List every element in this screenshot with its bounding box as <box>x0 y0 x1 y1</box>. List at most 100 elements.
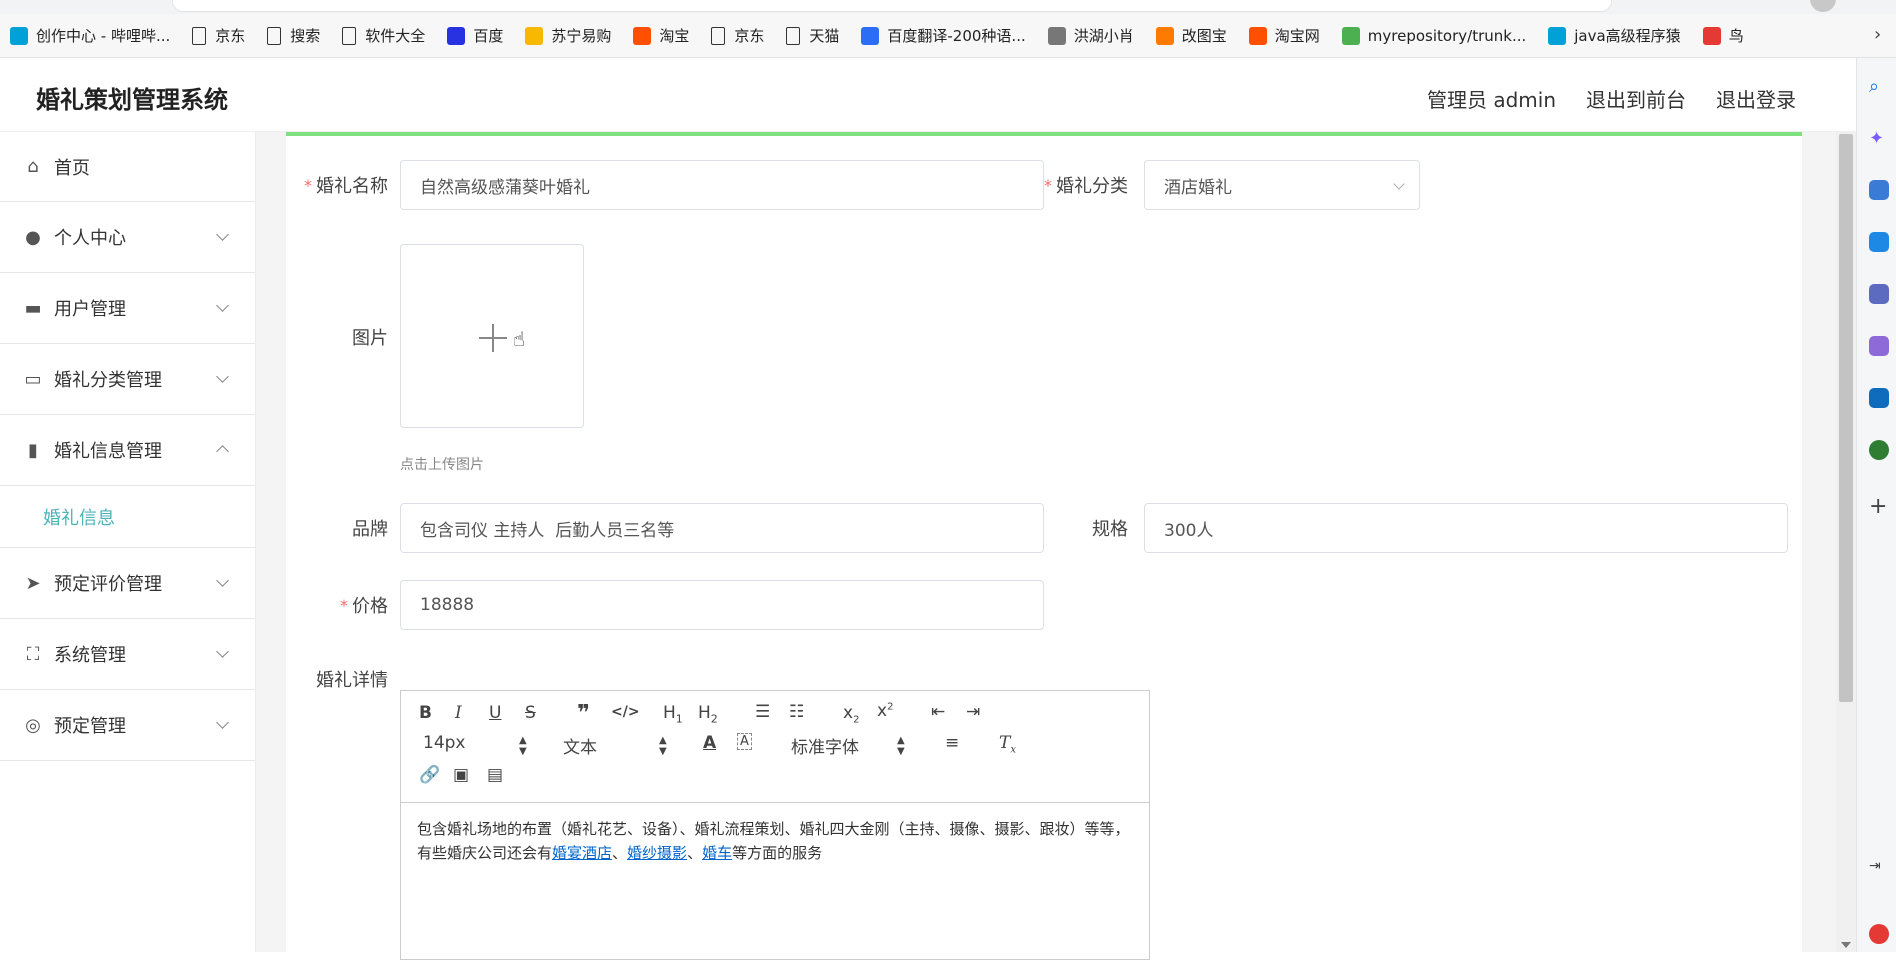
bookmark-item[interactable]: myrepository/trunk... <box>1341 26 1526 45</box>
bookmark-item[interactable]: 软件大全 <box>342 25 425 46</box>
bookmark-item[interactable]: 淘宝网 <box>1248 25 1320 46</box>
indent-icon[interactable]: ⇥ <box>966 702 980 722</box>
link-wedding-car[interactable]: 婚车 <box>702 844 732 862</box>
bookmark-item[interactable]: 京东 <box>192 25 245 46</box>
sidebar-item-label: 首页 <box>54 157 90 179</box>
sidebar-item[interactable]: ➤ 预定评价管理 <box>0 548 255 619</box>
italic-icon[interactable]: I <box>455 703 462 723</box>
app-window: 婚礼策划管理系统 管理员 admin 退出到前台 退出登录 ⌂ 首页 ● 个人中心 ▬ 用… <box>0 58 1856 960</box>
bookmark-item[interactable]: 鸟 <box>1702 25 1744 46</box>
address-bar[interactable] <box>172 0 1612 12</box>
spec-value: 300人 <box>1164 520 1214 541</box>
subscript-icon[interactable]: x2 <box>843 703 859 725</box>
price-input[interactable]: 18888 <box>400 580 1044 630</box>
bookmark-item[interactable]: java高级程序猿 <box>1548 25 1681 46</box>
bookmarks-more-chevron-icon[interactable]: › <box>1874 24 1888 45</box>
admin-label[interactable]: 管理员 admin <box>1427 84 1556 113</box>
font-color-icon[interactable]: A <box>703 733 716 753</box>
block-type-select[interactable]: 文本 ▲ ▼ <box>563 733 673 758</box>
sidebar-item-label: 婚礼分类管理 <box>54 370 162 391</box>
page-scrollbar[interactable] <box>1836 132 1856 952</box>
chat-icon: ▬ <box>24 297 42 319</box>
app-header: 婚礼策划管理系统 管理员 admin 退出到前台 退出登录 <box>0 58 1856 132</box>
sidebar-item[interactable]: ▬ 用户管理 <box>0 273 255 344</box>
superscript-icon[interactable]: x2 <box>877 701 893 721</box>
underline-icon[interactable]: U <box>489 703 501 723</box>
ordered-list-icon[interactable]: ☰ <box>755 702 770 722</box>
heading2-icon[interactable]: H2 <box>698 703 718 725</box>
link-wedding-photo[interactable]: 婚纱摄影 <box>627 844 687 862</box>
sidebar-item[interactable]: ● 个人中心 <box>0 202 255 273</box>
link-wedding-hotel[interactable]: 婚宴酒店 <box>552 844 612 862</box>
align-icon[interactable]: ≡ <box>945 733 959 753</box>
clear-format-icon[interactable]: Tx <box>999 733 1016 755</box>
bookmark-item[interactable]: 搜索 <box>267 25 320 46</box>
heading1-icon[interactable]: H1 <box>663 703 683 725</box>
document-icon <box>711 26 726 45</box>
brand-input[interactable]: 包含司仪 主持人 后勤人员三名等 <box>400 503 1044 553</box>
category-label: 婚礼分类 <box>1056 176 1128 197</box>
bookmark-item[interactable]: 苏宁易购 <box>525 25 611 46</box>
suning-icon <box>525 26 544 45</box>
tag-icon[interactable] <box>1869 180 1889 200</box>
chevron-down-icon <box>1393 178 1405 190</box>
exit-to-front-link[interactable]: 退出到前台 <box>1586 84 1686 113</box>
sidebar-item[interactable]: ▭ 婚礼分类管理 <box>0 344 255 415</box>
bookmark-item[interactable]: 百度翻译-200种语... <box>861 25 1026 46</box>
strikethrough-icon[interactable]: S <box>525 703 536 723</box>
bullet-list-icon[interactable]: ☷ <box>789 702 804 722</box>
sidebar-subitem-wedding-info[interactable]: 婚礼信息 <box>0 486 255 548</box>
bookmark-label: 淘宝网 <box>1274 27 1320 45</box>
image-upload-box[interactable]: ☝ <box>400 244 584 428</box>
category-select[interactable]: 酒店婚礼 <box>1144 160 1420 210</box>
add-icon[interactable]: + <box>1869 494 1889 519</box>
m365-icon[interactable] <box>1869 336 1889 356</box>
toolbox-icon[interactable] <box>1869 232 1889 252</box>
bookmark-item[interactable]: 京东 <box>711 25 764 46</box>
sidebar-item[interactable]: ⌂ 首页 <box>0 132 255 202</box>
outdent-icon[interactable]: ⇤ <box>931 702 945 722</box>
editor-content[interactable]: 包含婚礼场地的布置（婚礼花艺、设备）、婚礼流程策划、婚礼四大金刚（主持、摄像、摄… <box>401 803 1149 879</box>
bookmark-item[interactable]: 洪湖小肖 <box>1047 25 1134 46</box>
price-value: 18888 <box>420 595 475 615</box>
bookmark-item[interactable]: 创作中心 - 哔哩哔... <box>10 25 170 46</box>
bold-icon[interactable]: B <box>419 703 432 723</box>
games-icon[interactable] <box>1869 284 1889 304</box>
blockquote-icon[interactable]: ❞ <box>577 701 590 726</box>
sidebar-toggle-icon[interactable]: ⇥ <box>1869 858 1889 878</box>
profile-avatar[interactable] <box>1810 0 1836 12</box>
image-icon[interactable]: ▣ <box>453 765 469 785</box>
fullscreen-icon: ⛶ <box>26 643 40 665</box>
sidebar-item-label: 用户管理 <box>54 299 126 320</box>
link-icon[interactable]: 🔗 <box>419 765 440 785</box>
home-icon: ⌂ <box>27 156 39 177</box>
outlook-icon[interactable] <box>1869 388 1889 408</box>
search-icon[interactable]: ⌕ <box>1869 76 1889 97</box>
scroll-down-arrow[interactable] <box>1841 942 1851 948</box>
document-icon <box>192 26 207 45</box>
bookmark-item[interactable]: 天猫 <box>786 25 839 46</box>
bookmark-item[interactable]: 改图宝 <box>1155 25 1227 46</box>
tree-icon[interactable] <box>1869 440 1889 460</box>
font-family-select[interactable]: 标准字体 ▲ ▼ <box>791 733 911 758</box>
scrollbar-thumb[interactable] <box>1839 134 1853 702</box>
background-color-icon[interactable]: A <box>737 733 752 750</box>
sidebar-item[interactable]: ⛶ 系统管理 <box>0 619 255 690</box>
sidebar-item[interactable]: ◎ 预定管理 <box>0 690 255 761</box>
copilot-icon[interactable]: ✦ <box>1869 128 1889 149</box>
sogou-icon[interactable] <box>1869 924 1889 944</box>
bookmark-item[interactable]: 百度 <box>447 25 503 46</box>
logout-link[interactable]: 退出登录 <box>1716 84 1796 113</box>
bookmark-item[interactable]: 淘宝 <box>633 25 689 46</box>
font-size-select[interactable]: 14px ▲ ▼ <box>423 733 533 757</box>
wedding-name-input[interactable]: 自然高级感蒲葵叶婚礼 <box>400 160 1044 210</box>
baidu-translate-icon <box>861 26 880 45</box>
category-value: 酒店婚礼 <box>1164 177 1232 198</box>
chevron-up-icon <box>216 445 229 458</box>
image-label-wrap: 图片 <box>298 324 388 350</box>
bookmark-label: 创作中心 - 哔哩哔... <box>36 27 171 45</box>
sidebar-item[interactable]: ▮ 婚礼信息管理 <box>0 415 255 486</box>
spec-input[interactable]: 300人 <box>1144 503 1788 553</box>
code-block-icon[interactable]: </> <box>611 704 640 720</box>
video-icon[interactable]: ▤ <box>487 765 503 785</box>
